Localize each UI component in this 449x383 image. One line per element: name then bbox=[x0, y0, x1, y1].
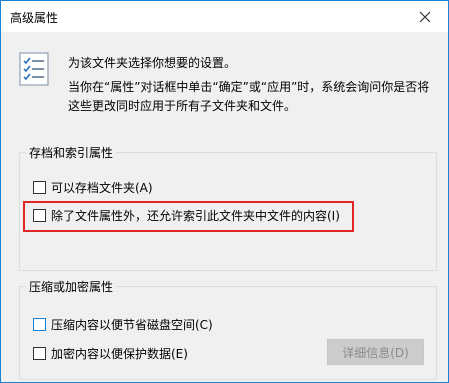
archive-checkbox-row[interactable]: 可以存档文件夹(A) bbox=[33, 179, 153, 196]
archive-checkbox-label[interactable]: 可以存档文件夹(A) bbox=[51, 179, 153, 196]
compress-group-title: 压缩或加密属性 bbox=[26, 278, 117, 295]
properties-list-icon bbox=[19, 52, 49, 86]
encrypt-checkbox-label[interactable]: 加密内容以便保护数据(E) bbox=[51, 345, 188, 362]
index-checkbox[interactable] bbox=[33, 209, 46, 222]
intro-text: 为该文件夹选择你想要的设置。 bbox=[68, 56, 237, 70]
compress-encrypt-group: 压缩或加密属性 bbox=[19, 278, 437, 380]
close-icon bbox=[419, 11, 431, 22]
dialog-title: 高级属性 bbox=[10, 11, 59, 25]
encrypt-checkbox[interactable] bbox=[33, 347, 46, 360]
encrypt-checkbox-row[interactable]: 加密内容以便保护数据(E) bbox=[33, 345, 188, 362]
close-button[interactable] bbox=[402, 1, 448, 32]
archive-group-title: 存档和索引属性 bbox=[26, 144, 117, 161]
compress-checkbox[interactable] bbox=[33, 318, 46, 331]
index-checkbox-label[interactable]: 除了文件属性外，还允许索引此文件夹中文件的内容(I) bbox=[51, 207, 340, 224]
description-text: 当你在“属性”对话框中单击“确定”或“应用”时，系统会询问你是否将这些更改同时应… bbox=[68, 80, 430, 113]
index-checkbox-row[interactable]: 除了文件属性外，还允许索引此文件夹中文件的内容(I) bbox=[33, 207, 340, 224]
dialog-body: 为该文件夹选择你想要的设置。 当你在“属性”对话框中单击“确定”或“应用”时，系… bbox=[1, 32, 448, 382]
details-button[interactable]: 详细信息(D) bbox=[327, 339, 424, 365]
compress-checkbox-label[interactable]: 压缩内容以便节省磁盘空间(C) bbox=[51, 316, 213, 333]
title-bar[interactable]: 高级属性 bbox=[1, 1, 448, 32]
archive-checkbox[interactable] bbox=[33, 181, 46, 194]
compress-checkbox-row[interactable]: 压缩内容以便节省磁盘空间(C) bbox=[33, 316, 213, 333]
advanced-attributes-dialog: 高级属性 为该文件夹选择你想要的设置。 当你在“属性”对话框中单击“确定”或“应… bbox=[0, 0, 449, 383]
